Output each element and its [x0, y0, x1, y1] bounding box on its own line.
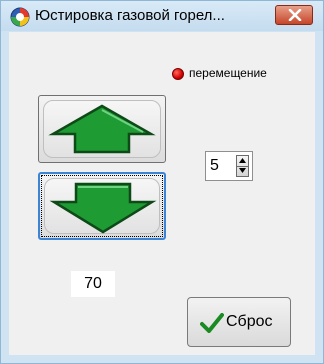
spin-down-icon — [239, 168, 246, 173]
spinner-down-button[interactable] — [237, 166, 248, 176]
spin-up-icon — [239, 158, 246, 163]
close-icon — [288, 9, 302, 21]
move-down-button[interactable] — [38, 172, 166, 240]
app-icon — [10, 7, 30, 27]
position-readout: 70 — [71, 271, 115, 297]
reset-button-label: Сброс — [226, 313, 273, 330]
spinner-arrows — [236, 155, 249, 177]
window-title: Юстировка газовой горел... — [35, 7, 225, 24]
arrow-down-icon — [49, 182, 157, 234]
move-up-button[interactable] — [38, 95, 166, 163]
status-led — [172, 68, 184, 80]
close-button[interactable] — [275, 5, 313, 25]
reset-button[interactable]: Сброс — [187, 297, 291, 347]
arrow-up-icon — [48, 104, 156, 154]
motion-indicator-label: перемещение — [189, 66, 267, 80]
step-spinner[interactable]: 5 — [205, 151, 253, 181]
checkmark-icon — [200, 313, 224, 333]
title-bar[interactable]: Юстировка газовой горел... — [1, 1, 323, 31]
app-window: Юстировка газовой горел... перемещение 5… — [0, 0, 324, 364]
step-spinner-value[interactable]: 5 — [210, 157, 219, 175]
window-client-area: перемещение 5 70 Сброс — [9, 32, 315, 355]
